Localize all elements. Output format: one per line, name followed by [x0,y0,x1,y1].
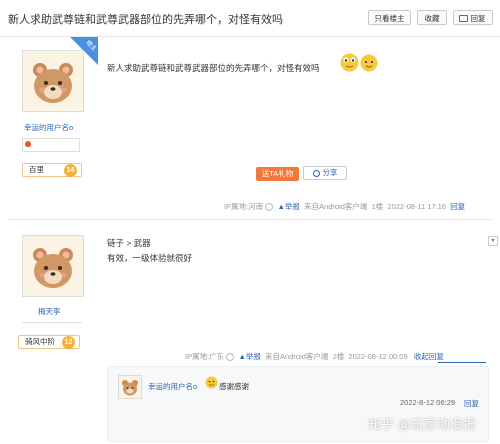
username[interactable]: 幸运的用户名o [24,122,73,133]
user-level: 百里 14 [22,163,82,177]
sub-reply-avatar[interactable] [118,375,142,399]
post-time: 2022-08-12 00:09 [348,352,408,361]
post-time: 2022-08-11 17:16 [387,202,447,211]
sub-reply-text: 感谢感谢 [219,382,249,391]
avatar[interactable] [22,235,84,297]
level-name: 百里 [29,165,44,174]
bear-avatar-icon [119,376,141,398]
post-content-line-1: 链子 > 武器 [107,238,151,248]
send-gift-button[interactable]: 送TA礼物 [256,167,299,181]
chat-icon [459,15,468,22]
warning-icon: ▲ [277,202,285,211]
floor-number: 2楼 [332,352,345,361]
username[interactable]: 梅天李 [38,306,61,317]
level-badge: 14 [64,164,77,177]
post-floor-2: 梅天李 骑风中阶 12 链子 > 武器 有效，一级体验就很好 ▾ IP属地:广东… [0,220,500,444]
client-source: 来自Android客户端 [265,352,329,361]
smile-emoji-icon [205,376,218,389]
level-badge: 12 [62,336,75,349]
user-level: 骑风中阶 12 [18,335,80,349]
bear-avatar-icon [23,236,83,296]
thread-title: 新人求助武尊链和武尊武器部位的先弄哪个，对怪有效吗 [8,14,283,26]
post-meta: IP属地:广东 ▲举报 来自Android客户端 2楼 2022-08-12 0… [185,351,444,362]
ip-location: IP属地:广东 [185,352,225,361]
user-icon-strip [22,138,80,152]
flame-icon [25,141,31,147]
reply-link[interactable]: 回复 [450,202,465,211]
reply-tab-underline [438,362,486,363]
reply-button[interactable]: 回复 [453,10,493,25]
only-op-button[interactable]: 只看楼主 [368,10,411,25]
dropdown-arrow-icon[interactable]: ▾ [488,236,498,246]
post-content-line-2: 有效，一级体验就很好 [107,253,193,263]
info-icon [226,353,235,362]
report-link[interactable]: 举报 [246,352,261,361]
share-label: 分享 [322,168,338,177]
share-icon [312,169,320,177]
bear-avatar-icon [23,51,83,111]
sub-reply-link[interactable]: 回复 [464,398,479,409]
thread-header: 新人求助武尊链和武尊武器部位的先弄哪个，对怪有效吗 只看楼主 收藏 回复 [0,0,500,37]
floor-number: 1楼 [371,202,384,211]
post-floor-1: 楼主 幸运的用户名o 百里 14 新人求助武尊链和武尊武器部位的先弄哪个，对怪有… [0,37,500,217]
smile-emoji-icon [360,54,378,72]
sub-reply-username[interactable]: 幸运的用户名o [148,381,197,392]
reply-button-label: 回复 [470,14,486,23]
client-source: 来自Android客户端 [304,202,368,211]
watermark: 知乎 @玩家动漫报 [368,417,476,432]
level-name: 骑风中阶 [25,337,55,346]
warning-icon: ▲ [238,352,246,361]
shy-emoji-icon [340,53,359,72]
post-content: 新人求助武尊链和武尊武器部位的先弄哪个，对怪有效吗 [107,63,320,73]
report-link[interactable]: 举报 [285,202,300,211]
separator [22,322,82,323]
avatar[interactable] [22,50,84,112]
info-icon [265,203,274,212]
share-button[interactable]: 分享 [303,166,347,180]
post-meta: IP属地:河南 ▲举报 来自Android客户端 1楼 2022-08-11 1… [224,201,465,212]
favorite-button[interactable]: 收藏 [417,10,447,25]
ip-location: IP属地:河南 [224,202,264,211]
collapse-replies-link[interactable]: 收起回复 [414,352,444,361]
sub-reply-time: 2022-8-12 06:29 [400,398,456,407]
